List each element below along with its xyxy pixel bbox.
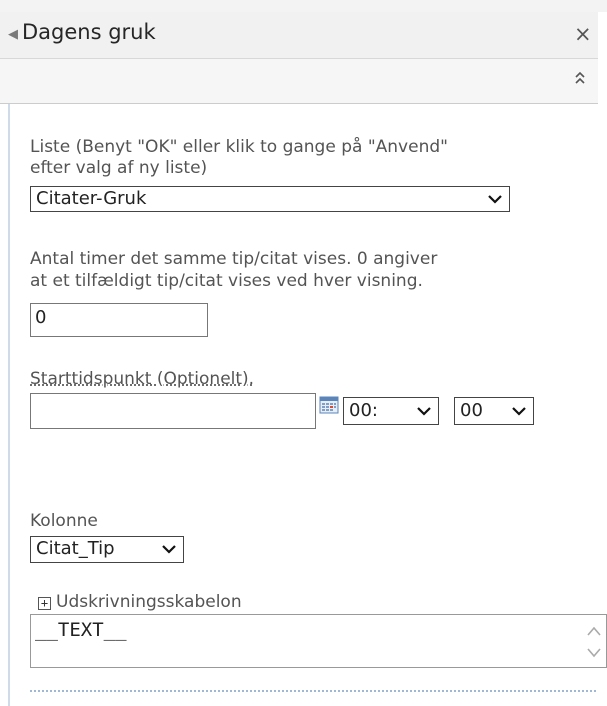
section-divider xyxy=(30,690,596,692)
start-label: Starttidspunkt (Optionelt). xyxy=(30,369,255,389)
list-label-line2: efter valg af ny liste) xyxy=(30,158,208,178)
start-minute-select[interactable]: 00 xyxy=(454,397,534,425)
list-label-line1: Liste (Benyt "OK" eller klik to gange på… xyxy=(30,137,448,157)
column-select-value: Citat_Tip xyxy=(36,538,115,559)
scroll-up-icon[interactable] xyxy=(586,625,602,639)
column-label: Kolonne xyxy=(30,511,98,531)
chevron-down-icon xyxy=(512,407,526,416)
start-hour-select[interactable]: 00: xyxy=(343,397,439,425)
chevron-down-icon xyxy=(488,195,502,204)
close-icon[interactable]: × xyxy=(574,22,592,46)
left-border xyxy=(8,58,10,706)
expand-icon[interactable]: + xyxy=(38,597,51,610)
double-chevron-up-icon[interactable] xyxy=(572,68,588,88)
hours-label-line1: Antal timer det samme tip/citat vises. 0… xyxy=(30,249,438,269)
hours-label-line2: at et tilfældigt tip/citat vises ved hve… xyxy=(30,271,423,291)
chevron-down-icon xyxy=(162,545,176,554)
template-label: Udskrivningsskabelon xyxy=(56,592,242,612)
column-select[interactable]: Citat_Tip xyxy=(30,536,184,563)
hours-input[interactable]: 0 xyxy=(30,303,208,337)
start-hour-value: 00: xyxy=(349,400,378,421)
start-minute-value: 00 xyxy=(460,400,483,421)
calendar-icon[interactable] xyxy=(319,395,339,415)
template-textarea[interactable]: __TEXT__ xyxy=(30,614,607,668)
panel-header: ◀ Dagens gruk × xyxy=(0,12,598,59)
triangle-left-icon[interactable]: ◀ xyxy=(8,27,18,42)
template-textarea-value: __TEXT__ xyxy=(35,619,127,641)
start-date-input[interactable] xyxy=(30,393,316,429)
panel-title: Dagens gruk xyxy=(22,20,156,44)
panel-subbar xyxy=(0,59,598,104)
chevron-down-icon xyxy=(417,407,431,416)
list-select[interactable]: Citater-Gruk xyxy=(30,186,510,212)
list-select-value: Citater-Gruk xyxy=(36,188,147,209)
top-strip xyxy=(0,0,607,12)
scroll-down-icon[interactable] xyxy=(586,645,602,659)
